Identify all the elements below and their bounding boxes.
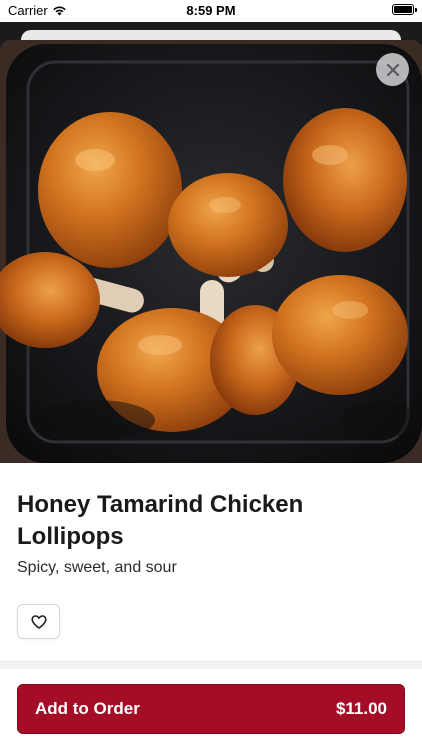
battery-icon (392, 4, 417, 15)
status-bar: Carrier 8:59 PM (0, 0, 422, 22)
food-photo (0, 40, 422, 463)
add-to-order-label: Add to Order (35, 699, 140, 718)
status-right (392, 4, 417, 15)
close-icon (386, 63, 399, 76)
order-price: $11.00 (335, 699, 387, 718)
heart-icon (30, 614, 47, 629)
add-to-order-button[interactable]: Add to Order $11.00 (17, 684, 405, 734)
status-time: 8:59 PM (186, 3, 236, 18)
item-title: Honey Tamarind Chicken Lollipops (17, 491, 304, 550)
footer-divider (0, 661, 422, 669)
close-button[interactable] (376, 53, 409, 86)
food-photo-graphic (0, 40, 422, 463)
favorite-button[interactable] (17, 604, 60, 639)
item-detail-sheet: Honey Tamarind Chicken Lollipops Spicy, … (0, 40, 422, 750)
screen: Carrier 8:59 PM Honey Tamarind Chicken L… (0, 0, 422, 750)
item-details: Honey Tamarind Chicken Lollipops Spicy, … (0, 463, 422, 639)
item-description: Spicy, sweet, and sour (17, 559, 177, 576)
